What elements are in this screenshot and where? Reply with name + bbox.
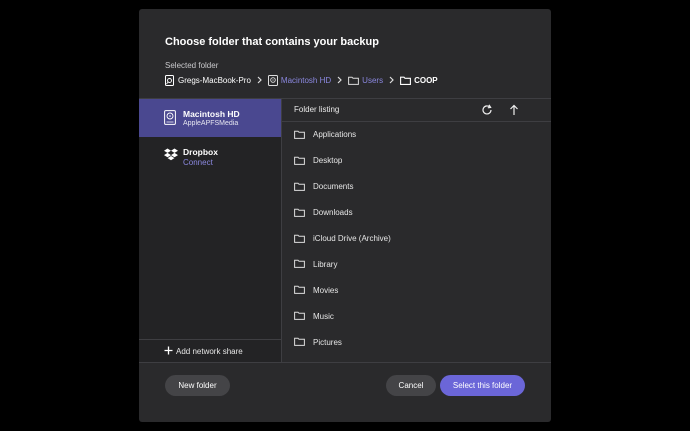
dialog-body: Macintosh HD AppleAPFSMedia Dropbox Conn… xyxy=(139,98,551,363)
folder-row[interactable]: Movies xyxy=(282,277,551,303)
folder-listing-panel: Folder listing Applications Desktop Docu… xyxy=(282,99,551,362)
sidebar-item-dropbox[interactable]: Dropbox Connect xyxy=(139,137,281,175)
computer-icon xyxy=(164,74,175,86)
folder-name: Movies xyxy=(313,285,339,295)
dropbox-connect-link[interactable]: Connect xyxy=(183,158,213,167)
add-network-share-button[interactable]: Add network share xyxy=(139,339,281,362)
breadcrumb-label: Gregs-MacBook-Pro xyxy=(178,75,251,85)
folder-row[interactable]: Pictures xyxy=(282,329,551,355)
dropbox-icon xyxy=(164,148,178,166)
drive-subtitle: AppleAPFSMedia xyxy=(183,120,239,127)
select-this-folder-button[interactable]: Select this folder xyxy=(440,375,525,396)
refresh-icon[interactable] xyxy=(480,103,494,117)
arrow-up-icon[interactable] xyxy=(507,103,521,117)
breadcrumb-users[interactable]: Users xyxy=(348,76,383,85)
plus-icon xyxy=(164,346,173,357)
selected-folder-label: Selected folder xyxy=(165,61,219,70)
folder-name: Library xyxy=(313,259,338,269)
breadcrumb-coop: COOP xyxy=(400,76,438,85)
folder-icon xyxy=(348,76,360,85)
folder-name: Documents xyxy=(313,182,354,192)
folder-list: Applications Desktop Documents Downloads… xyxy=(282,122,551,355)
backup-folder-dialog: Choose folder that contains your backup … xyxy=(139,9,551,422)
folder-icon xyxy=(294,230,305,248)
folder-icon xyxy=(294,178,305,196)
drives-sidebar: Macintosh HD AppleAPFSMedia Dropbox Conn… xyxy=(139,99,282,362)
new-folder-button[interactable]: New folder xyxy=(165,375,230,396)
folder-listing-header: Folder listing xyxy=(282,99,551,122)
folder-listing-title: Folder listing xyxy=(294,105,340,114)
hard-disk-icon xyxy=(164,110,176,130)
folder-row[interactable]: Desktop xyxy=(282,148,551,174)
drive-name: Macintosh HD xyxy=(183,109,240,119)
drive-name: Dropbox xyxy=(183,147,218,157)
folder-icon xyxy=(294,126,305,144)
add-network-share-label: Add network share xyxy=(176,346,243,356)
folder-name: Music xyxy=(313,311,334,321)
folder-icon xyxy=(294,307,305,325)
chevron-right-icon xyxy=(257,76,262,84)
cancel-button[interactable]: Cancel xyxy=(386,375,436,396)
folder-name: Desktop xyxy=(313,156,343,166)
folder-row[interactable]: iCloud Drive (Archive) xyxy=(282,226,551,252)
breadcrumb-macintosh-hd[interactable]: Macintosh HD xyxy=(267,74,332,86)
sidebar-item-macintosh-hd[interactable]: Macintosh HD AppleAPFSMedia xyxy=(139,99,281,137)
folder-icon xyxy=(294,204,305,222)
folder-name: Pictures xyxy=(313,337,342,347)
breadcrumb-computer[interactable]: Gregs-MacBook-Pro xyxy=(164,74,251,86)
folder-name: Downloads xyxy=(313,208,353,218)
breadcrumb-label: Macintosh HD xyxy=(280,75,332,85)
breadcrumb-label: Users xyxy=(362,75,384,85)
breadcrumb-label: COOP xyxy=(414,75,438,85)
folder-name: iCloud Drive (Archive) xyxy=(313,234,391,243)
folder-icon xyxy=(294,281,305,299)
folder-icon xyxy=(294,255,305,273)
chevron-right-icon xyxy=(389,76,394,84)
breadcrumb: Gregs-MacBook-Pro Macintosh HD Users COO… xyxy=(164,74,438,86)
folder-icon xyxy=(294,333,305,351)
disk-icon xyxy=(267,74,278,86)
folder-icon xyxy=(294,152,305,170)
chevron-right-icon xyxy=(337,76,343,84)
folder-row[interactable]: Documents xyxy=(282,174,551,200)
folder-icon xyxy=(400,76,412,85)
folder-row[interactable]: Applications xyxy=(282,122,551,148)
folder-row[interactable]: Downloads xyxy=(282,200,551,226)
folder-name: Applications xyxy=(313,130,357,140)
folder-row[interactable]: Library xyxy=(282,251,551,277)
folder-row[interactable]: Music xyxy=(282,303,551,329)
dialog-title: Choose folder that contains your backup xyxy=(165,36,379,48)
